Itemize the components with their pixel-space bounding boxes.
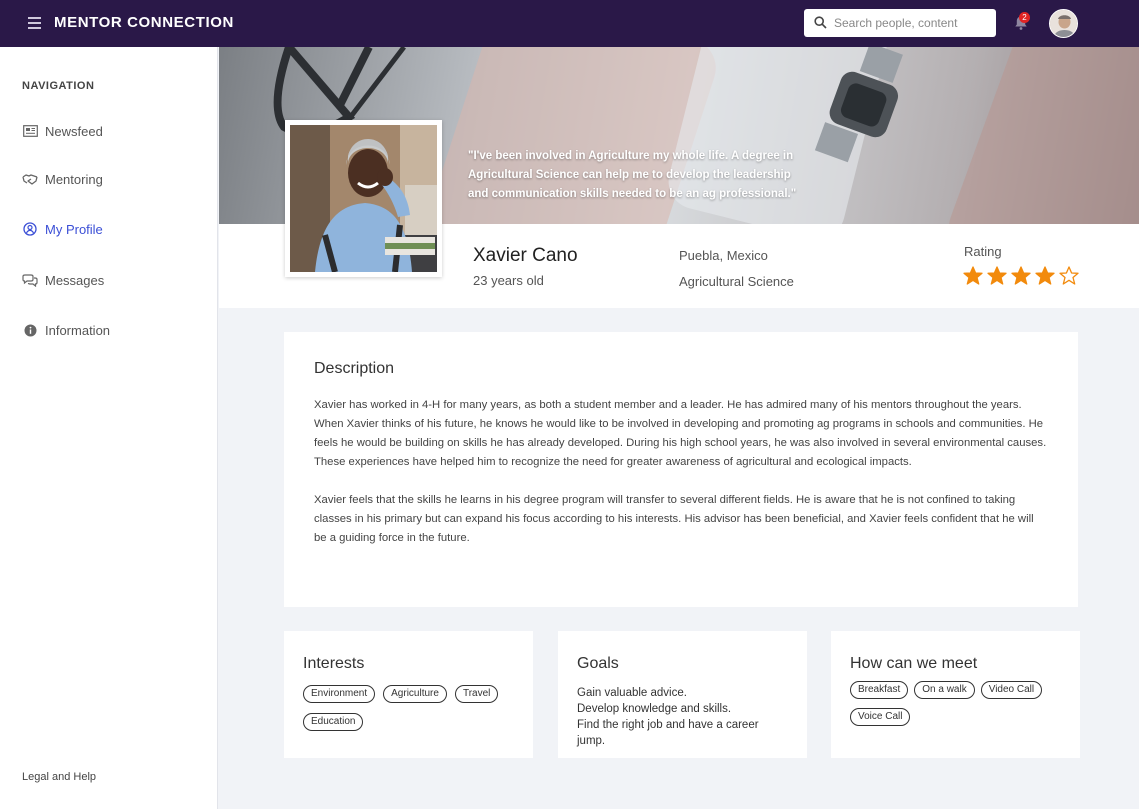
interest-tag[interactable]: Environment [303, 685, 376, 703]
sidebar-item-newsfeed[interactable]: Newsfeed [22, 120, 103, 142]
goals-card: Goals Gain valuable advice. Develop know… [558, 631, 807, 758]
meet-card: How can we meet Breakfast On a walk Vide… [831, 631, 1080, 758]
newspaper-icon [22, 123, 38, 139]
sidebar-item-information[interactable]: Information [22, 319, 110, 341]
sidebar: NAVIGATION Newsfeed Mentoring My Profile… [0, 47, 218, 809]
interests-tags: Environment Agriculture Travel Education [303, 685, 514, 731]
sidebar-item-mentoring[interactable]: Mentoring [22, 168, 103, 190]
star-filled-icon [1011, 266, 1031, 285]
profile-photo-frame [285, 120, 442, 277]
banner-quote: "I've been involved in Agriculture my wh… [468, 150, 797, 200]
chat-bubbles-icon [22, 272, 38, 288]
interest-tag[interactable]: Education [303, 713, 364, 731]
interests-card: Interests Environment Agriculture Travel… [284, 631, 533, 758]
interest-tag[interactable]: Agriculture [383, 685, 447, 703]
sidebar-item-label: Mentoring [45, 171, 103, 187]
notification-badge: 2 [1019, 12, 1030, 23]
goal-item: Develop knowledge and skills. [577, 703, 732, 715]
app-title[interactable]: MENTOR CONNECTION [54, 14, 234, 31]
description-paragraph: Xavier feels that the skills he learns i… [314, 494, 1034, 544]
legal-and-help-link[interactable]: Legal and Help [22, 771, 96, 783]
meet-option-tag[interactable]: Voice Call [850, 708, 911, 726]
goals-title: Goals [577, 655, 619, 672]
hamburger-menu-icon[interactable] [28, 17, 41, 29]
sidebar-item-my-profile[interactable]: My Profile [22, 218, 103, 240]
goals-list: Gain valuable advice. Develop knowledge … [577, 685, 788, 749]
profile-location: Puebla, Mexico [679, 248, 768, 263]
sidebar-item-label: Newsfeed [45, 123, 103, 139]
profile-field: Agricultural Science [679, 274, 794, 289]
search-box[interactable] [804, 9, 996, 37]
description-title: Description [314, 360, 395, 377]
description-card: Description Xavier has worked in 4-H for… [284, 332, 1078, 607]
profile-age: 23 years old [473, 273, 544, 288]
sidebar-item-messages[interactable]: Messages [22, 269, 104, 291]
top-bar: MENTOR CONNECTION 2 [0, 0, 1139, 47]
nav-heading: NAVIGATION [22, 80, 95, 92]
description-paragraph: Xavier has worked in 4-H for many years,… [314, 399, 1047, 468]
meet-option-tag[interactable]: Video Call [980, 681, 1043, 699]
profile-name: Xavier Cano [473, 245, 578, 266]
rating-stars [963, 266, 1079, 286]
user-circle-icon [22, 221, 38, 237]
handshake-icon [22, 171, 38, 187]
star-filled-icon [963, 266, 983, 285]
search-icon [814, 16, 827, 29]
sidebar-item-label: Information [45, 322, 111, 338]
profile-photo [290, 125, 437, 272]
star-empty-icon [1059, 266, 1079, 285]
rating-label: Rating [964, 244, 1002, 259]
goal-item: Gain valuable advice. [577, 687, 687, 699]
meet-tags: Breakfast On a walk Video Call Voice Cal… [850, 681, 1061, 726]
user-avatar[interactable] [1049, 9, 1078, 38]
sidebar-item-label: My Profile [45, 221, 103, 237]
meet-option-tag[interactable]: Breakfast [850, 681, 909, 699]
interests-title: Interests [303, 655, 365, 672]
search-input[interactable] [834, 14, 989, 32]
star-filled-icon [1035, 266, 1055, 285]
star-filled-icon [987, 266, 1007, 285]
info-icon [22, 322, 38, 338]
meet-option-tag[interactable]: On a walk [914, 681, 975, 699]
interest-tag[interactable]: Travel [454, 685, 499, 703]
meet-title: How can we meet [850, 655, 978, 672]
goal-item: Find the right job and have a career jum… [577, 719, 759, 747]
sidebar-item-label: Messages [45, 272, 105, 288]
